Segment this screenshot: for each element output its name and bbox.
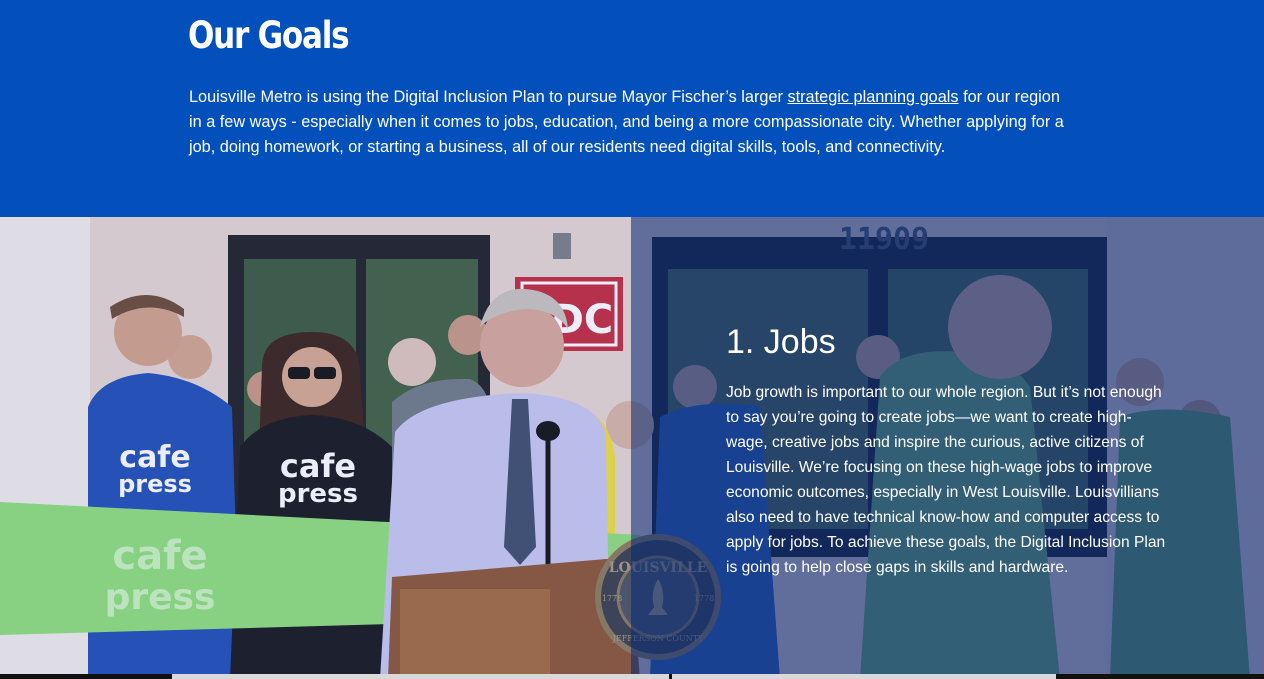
bottom-edge-segment-right <box>672 674 1056 679</box>
bottom-edge <box>0 674 1264 679</box>
goals-paragraph: Louisville Metro is using the Digital In… <box>189 85 1069 160</box>
jobs-heading: 1. Jobs <box>726 323 836 361</box>
section-title: Our Goals <box>188 14 350 57</box>
bottom-edge-segment-left <box>172 674 669 679</box>
our-goals-section: Our Goals Louisville Metro is using the … <box>0 0 1264 217</box>
strategic-planning-goals-link[interactable]: strategic planning goals <box>787 88 958 106</box>
jobs-paragraph: Job growth is important to our whole reg… <box>726 384 1166 576</box>
goals-text-start: Louisville Metro is using the Digital In… <box>189 88 788 106</box>
